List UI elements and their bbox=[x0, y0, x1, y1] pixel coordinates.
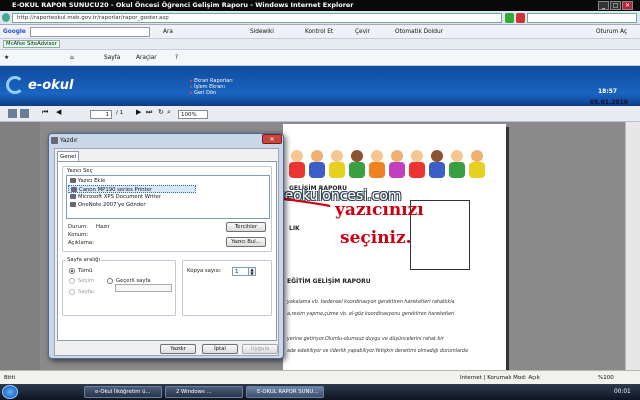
cancel-button[interactable]: İptal bbox=[202, 344, 238, 354]
range-pages-label: Sayfa: bbox=[78, 289, 95, 295]
copies-label: Kopya sayısı: bbox=[187, 268, 222, 274]
favorites-bar: McAfee SiteAdvisor bbox=[0, 39, 640, 50]
google-search-button[interactable]: Ara bbox=[163, 25, 173, 39]
search-report-icon[interactable]: ⌕ bbox=[167, 108, 171, 117]
viewer-left-margin bbox=[0, 122, 40, 370]
report-line: yakalama vb. bedensel koordinasyon gerek… bbox=[287, 300, 455, 305]
task-windows-group[interactable]: 2 Windows ... bbox=[165, 386, 243, 398]
sidewiki-button[interactable]: Sidewiki bbox=[250, 25, 274, 39]
printer-add[interactable]: Yazıcı Ekle bbox=[68, 177, 196, 185]
vertical-scrollbar[interactable] bbox=[625, 122, 640, 370]
first-page-icon[interactable]: ⏮ bbox=[42, 108, 48, 117]
tools-menu[interactable]: Araçlar bbox=[136, 50, 157, 66]
status-label: Durum: bbox=[68, 224, 88, 230]
range-pages-radio[interactable] bbox=[69, 289, 75, 295]
window-title: E-OKUL RAPOR SUNUCU20 - Okul Öncesi Öğre… bbox=[12, 1, 354, 9]
mcafee-siteadvisor-button[interactable]: McAfee SiteAdvisor bbox=[3, 40, 60, 48]
export-icon[interactable] bbox=[8, 109, 17, 118]
range-current-radio[interactable] bbox=[107, 278, 113, 284]
page-range-label: Sayfa aralığı bbox=[66, 257, 101, 263]
printer-xps[interactable]: Microsoft XPS Document Writer bbox=[68, 193, 196, 201]
prev-page-icon[interactable]: ◀ bbox=[56, 108, 61, 116]
dialog-close-button[interactable]: ✕ bbox=[262, 134, 282, 144]
status-bar: Bitti Internet | Korumalı Mod: Açık %100 bbox=[0, 370, 640, 384]
google-search-input[interactable] bbox=[30, 27, 150, 37]
refresh-report-icon[interactable]: ↻ bbox=[158, 108, 164, 116]
pages-input[interactable] bbox=[115, 284, 172, 292]
favorites-star-icon[interactable]: ★ bbox=[4, 50, 9, 66]
eokul-logo: e-okul bbox=[28, 78, 74, 93]
comment-label: Açıklama: bbox=[68, 240, 94, 246]
report-line: a,resim yapma,çizme vb. el-göz koordinas… bbox=[287, 312, 455, 317]
copies-spinner[interactable]: ▲ ▼ bbox=[248, 267, 256, 276]
banner-date: 05.01.2010 bbox=[590, 99, 628, 106]
taskbar-clock: 00:01 bbox=[614, 389, 631, 395]
minimize-button[interactable]: _ bbox=[598, 1, 609, 10]
close-button[interactable]: ✕ bbox=[622, 1, 633, 10]
last-page-icon[interactable]: ⏭ bbox=[146, 108, 152, 117]
status-value: Hazır bbox=[96, 224, 110, 230]
annotation-line-2: seçiniz. bbox=[340, 228, 412, 248]
refresh-icon[interactable] bbox=[505, 13, 514, 23]
kontrol-et-button[interactable]: Kontrol Et bbox=[305, 25, 333, 39]
status-text: Bitti bbox=[4, 375, 16, 381]
live-search-input[interactable] bbox=[527, 13, 637, 23]
home-icon[interactable]: ⌂ bbox=[70, 50, 74, 66]
stop-icon[interactable] bbox=[516, 13, 525, 23]
next-page-icon[interactable]: ▶ bbox=[136, 108, 141, 116]
banner-menu: Ekran Raporları İşlem Ekranı Geri Dön bbox=[190, 78, 270, 96]
task-eokul-ilkogretim[interactable]: e-Okul İlköğretim ü... bbox=[84, 386, 162, 398]
printer-icon bbox=[51, 137, 58, 144]
report-fragment: LIK bbox=[289, 225, 300, 232]
security-zone: Internet | Korumalı Mod: Açık bbox=[460, 375, 540, 381]
range-all-radio[interactable] bbox=[69, 268, 75, 274]
zoom-select[interactable]: 100% bbox=[178, 110, 208, 119]
find-printer-button[interactable]: Yazıcı Bul... bbox=[226, 237, 266, 247]
zoom-level[interactable]: %100 bbox=[598, 371, 614, 385]
print-icon[interactable] bbox=[20, 109, 29, 118]
oturum-ac-button[interactable]: Oturum Aç bbox=[596, 25, 627, 39]
ie-page-icon bbox=[2, 13, 10, 22]
report-line: ade edebiliyor ve liderlik yapabiliyor.Y… bbox=[287, 349, 468, 354]
window-title-bar: E-OKUL RAPOR SUNUCU20 - Okul Öncesi Öğre… bbox=[0, 0, 640, 11]
range-selection-label: Seçim bbox=[78, 278, 95, 284]
range-selection-radio[interactable] bbox=[69, 278, 75, 284]
page-count: / 1 bbox=[116, 110, 124, 116]
children-illustration bbox=[287, 150, 497, 182]
eokul-banner bbox=[0, 66, 640, 106]
report-line: yerine getiriyor.Olumlu-olumsuz duygu ve… bbox=[287, 337, 444, 342]
start-button[interactable] bbox=[2, 385, 18, 399]
range-all-label: Tümü bbox=[78, 268, 93, 274]
page-menu[interactable]: Sayfa bbox=[104, 50, 120, 66]
print-button[interactable]: Yazdır bbox=[160, 344, 196, 354]
location-label: Konum: bbox=[68, 232, 89, 238]
select-printer-label: Yazıcı Seç bbox=[66, 168, 94, 174]
report-title-2: EĞİTİM GELİŞİM RAPORU bbox=[287, 278, 371, 285]
eokul-logo-swirl-icon bbox=[6, 76, 24, 94]
cevir-button[interactable]: Çevir bbox=[355, 25, 370, 39]
url-input[interactable]: http://raporteokul.meb.gov.tr/raporlar/r… bbox=[12, 13, 502, 23]
help-icon[interactable]: ? bbox=[175, 50, 178, 66]
command-bar: ★ ⌂ Sayfa Araçlar ? bbox=[0, 50, 640, 66]
page-number-input[interactable]: 1 bbox=[90, 110, 112, 119]
banner-time: 18:57 bbox=[598, 88, 618, 95]
printer-canon-mp190[interactable]: Canon MP190 series Printer bbox=[68, 185, 196, 193]
task-eokul-rapor[interactable]: E-OKUL RAPOR SUNU... bbox=[246, 386, 324, 398]
print-dialog-title: Yazdır bbox=[60, 137, 78, 144]
preferences-button[interactable]: Tercihler bbox=[226, 222, 266, 232]
printer-onenote[interactable]: OneNote 2007'ye Gönder bbox=[68, 201, 196, 209]
otomatik-doldur-button[interactable]: Otomatik Doldur bbox=[395, 25, 443, 39]
google-brand: Google bbox=[3, 29, 26, 35]
maximize-button[interactable]: □ bbox=[610, 1, 621, 10]
apply-button[interactable]: Uygula bbox=[242, 344, 278, 354]
menu-geri-don[interactable]: Geri Dön bbox=[190, 90, 270, 96]
